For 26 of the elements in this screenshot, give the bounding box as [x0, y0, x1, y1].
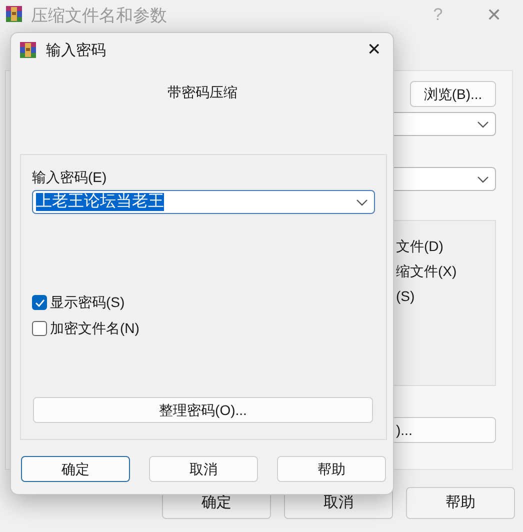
archive-icon [5, 5, 23, 23]
chevron-down-icon [356, 198, 368, 206]
checkbox[interactable] [32, 295, 47, 310]
dialog-button[interactable]: 确定 [21, 456, 130, 482]
archive-icon [19, 41, 37, 59]
checkmark-icon [34, 298, 44, 306]
chevron-down-icon [477, 120, 489, 128]
password-field[interactable]: 上老王论坛当老王 [32, 190, 375, 214]
browse-button[interactable]: 浏览(B)... [410, 81, 496, 107]
option-label: 文件(D) [396, 237, 444, 256]
dialog-button[interactable]: 帮助 [406, 487, 515, 519]
option-label: 缩文件(X) [396, 262, 457, 281]
window-title: 压缩文件名和参数 [31, 5, 167, 27]
checkbox-label: 显示密码(S) [50, 293, 125, 312]
field-label: 输入密码(E) [32, 168, 107, 187]
dialog-title: 输入密码 [46, 41, 106, 61]
checkbox[interactable] [32, 321, 47, 336]
checkbox-label: 加密文件名(N) [50, 319, 140, 338]
organize-passwords-button[interactable]: 整理密码(O)... [33, 397, 373, 423]
close-button[interactable]: ✕ [363, 37, 385, 63]
chevron-down-icon [477, 176, 489, 182]
dialog-heading: 带密码压缩 [166, 83, 238, 102]
password-value: 上老王论坛当老王 [36, 193, 164, 211]
dialog-button[interactable]: 取消 [149, 456, 258, 482]
dialog-button[interactable]: 帮助 [277, 456, 386, 482]
option-label: (S) [396, 287, 415, 306]
